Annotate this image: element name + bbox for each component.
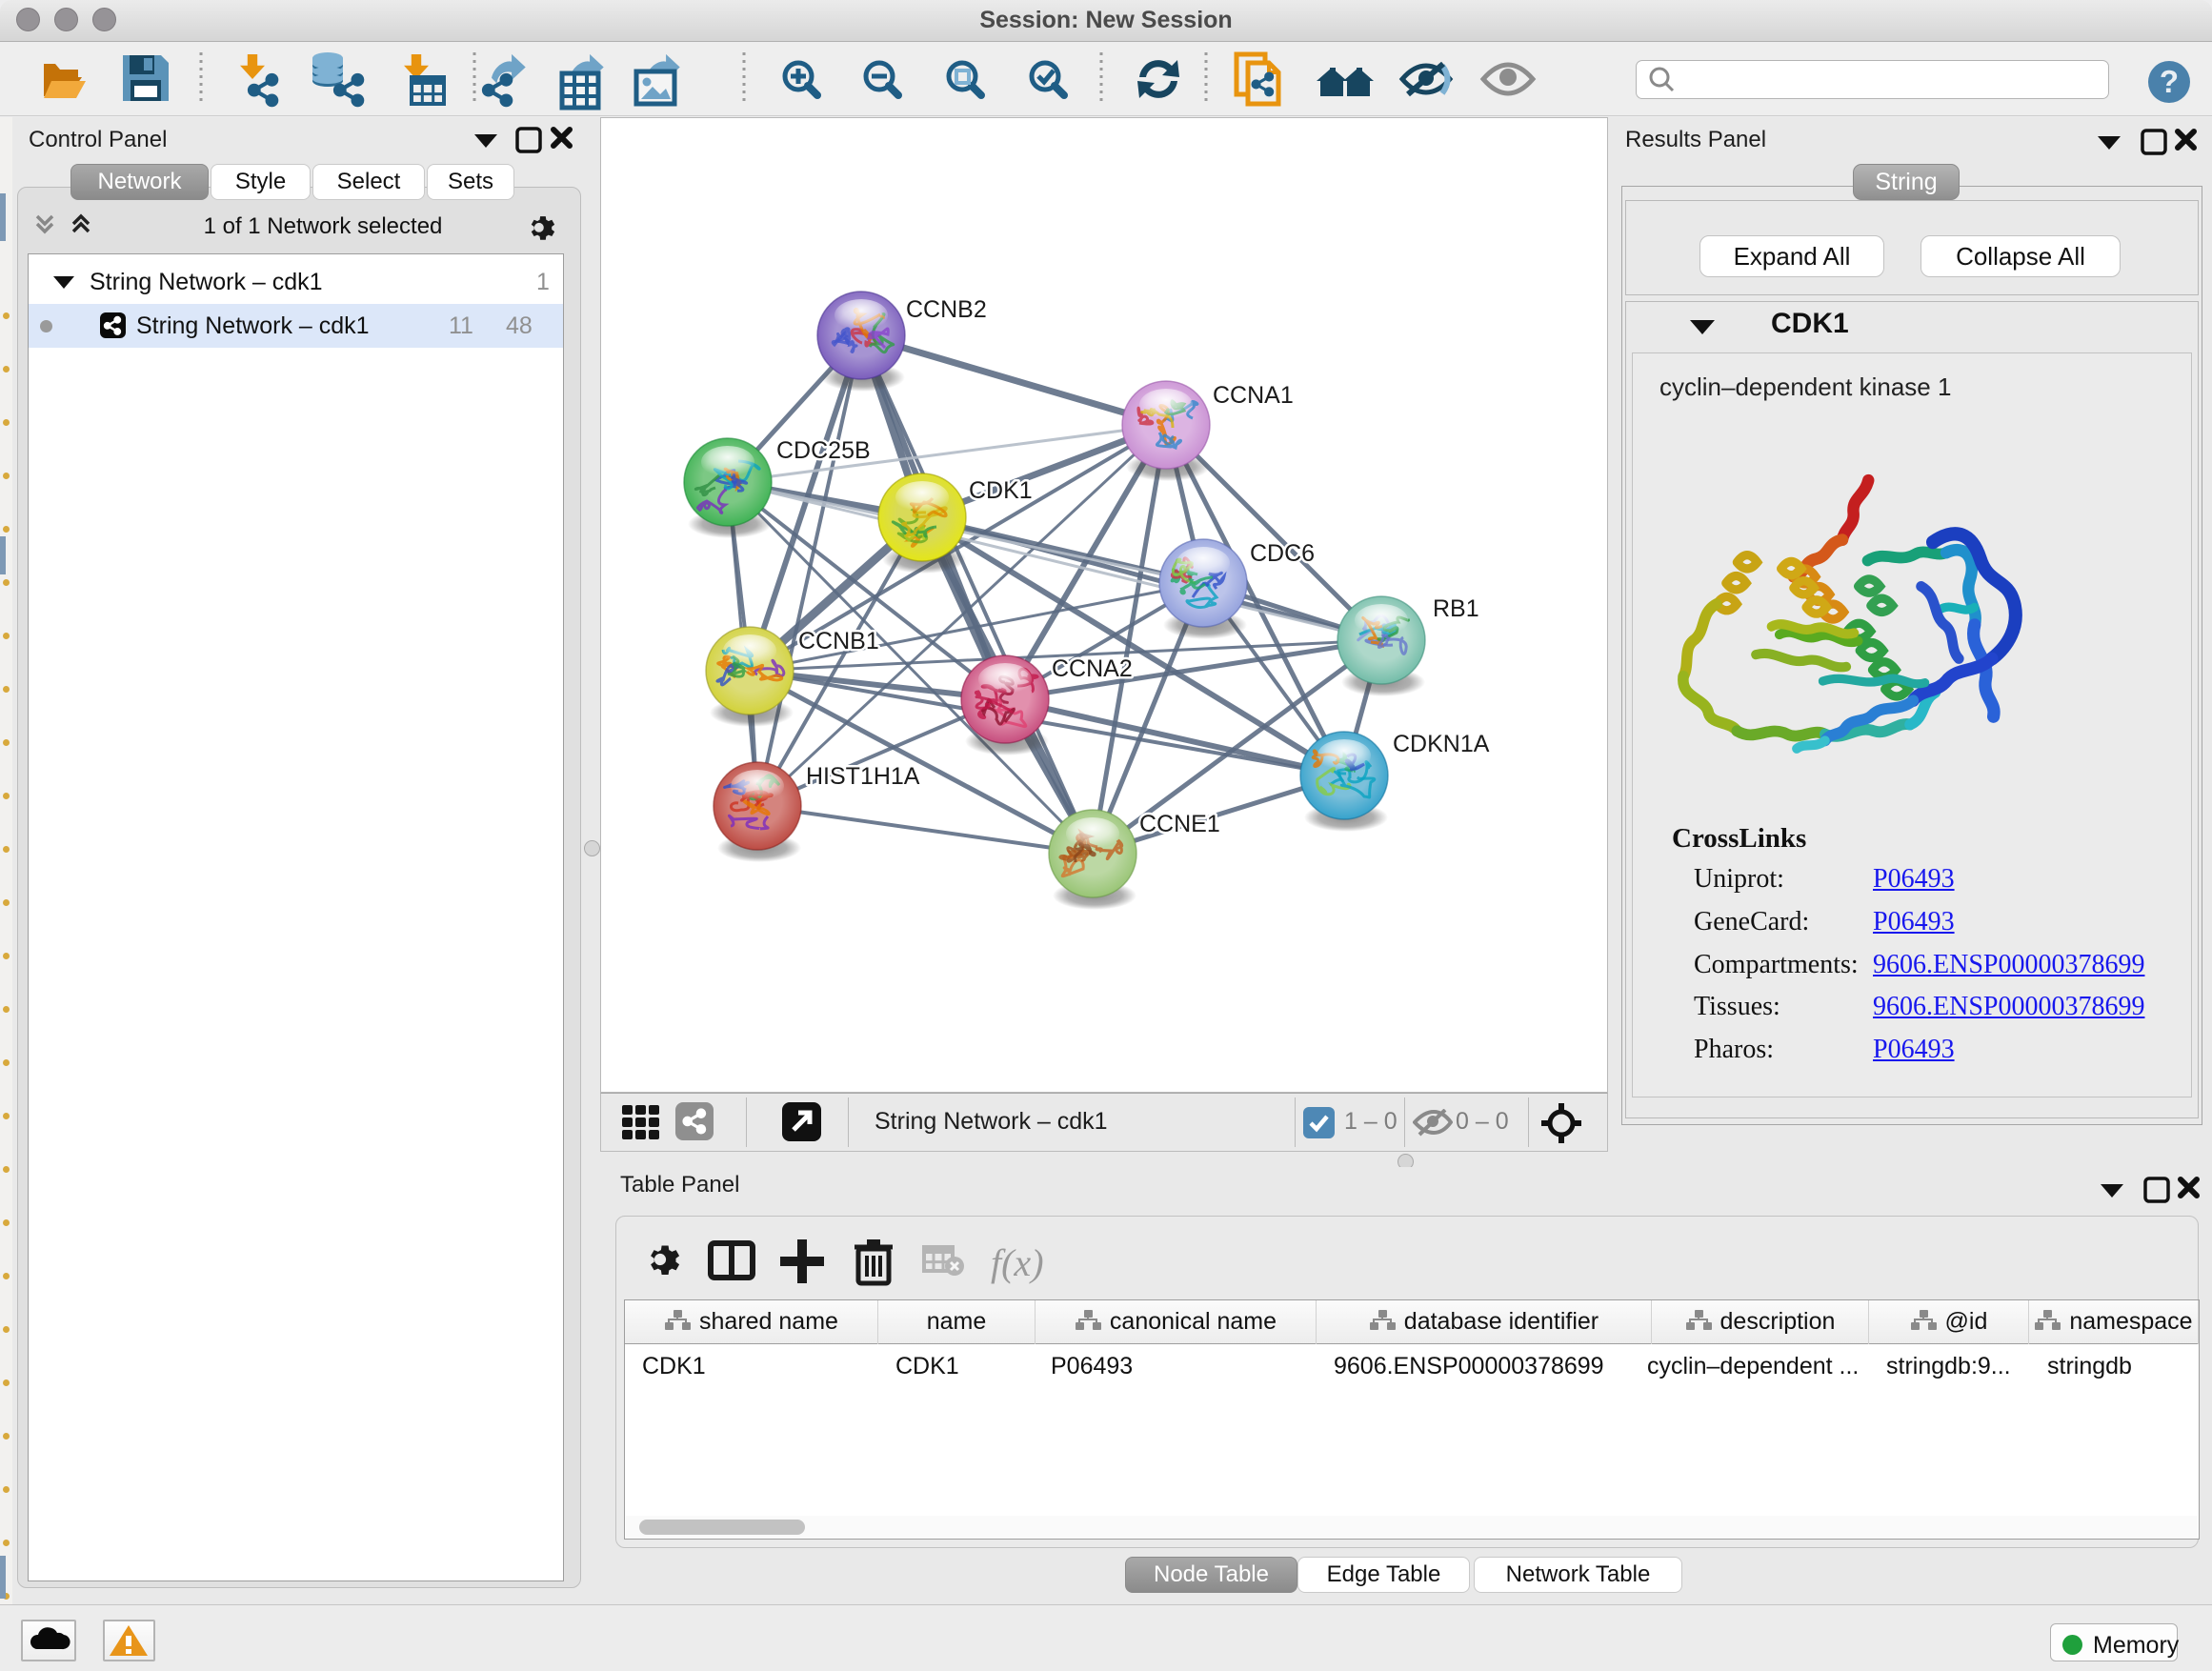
svg-text:CDKN1A: CDKN1A (1393, 731, 1490, 757)
svg-text:CCNE1: CCNE1 (1139, 811, 1220, 837)
svg-text:CDK1: CDK1 (969, 477, 1033, 504)
svg-text:CDC6: CDC6 (1250, 540, 1315, 567)
svg-text:CCNB2: CCNB2 (906, 296, 987, 323)
svg-text:f(x): f(x) (991, 1241, 1044, 1284)
svg-text:CDC25B: CDC25B (776, 437, 871, 464)
svg-text:CCNA2: CCNA2 (1052, 655, 1133, 682)
svg-text:CCNB1: CCNB1 (798, 628, 879, 654)
svg-text:RB1: RB1 (1433, 595, 1479, 622)
svg-text:HIST1H1A: HIST1H1A (806, 763, 920, 790)
svg-text:CCNA1: CCNA1 (1213, 382, 1294, 409)
